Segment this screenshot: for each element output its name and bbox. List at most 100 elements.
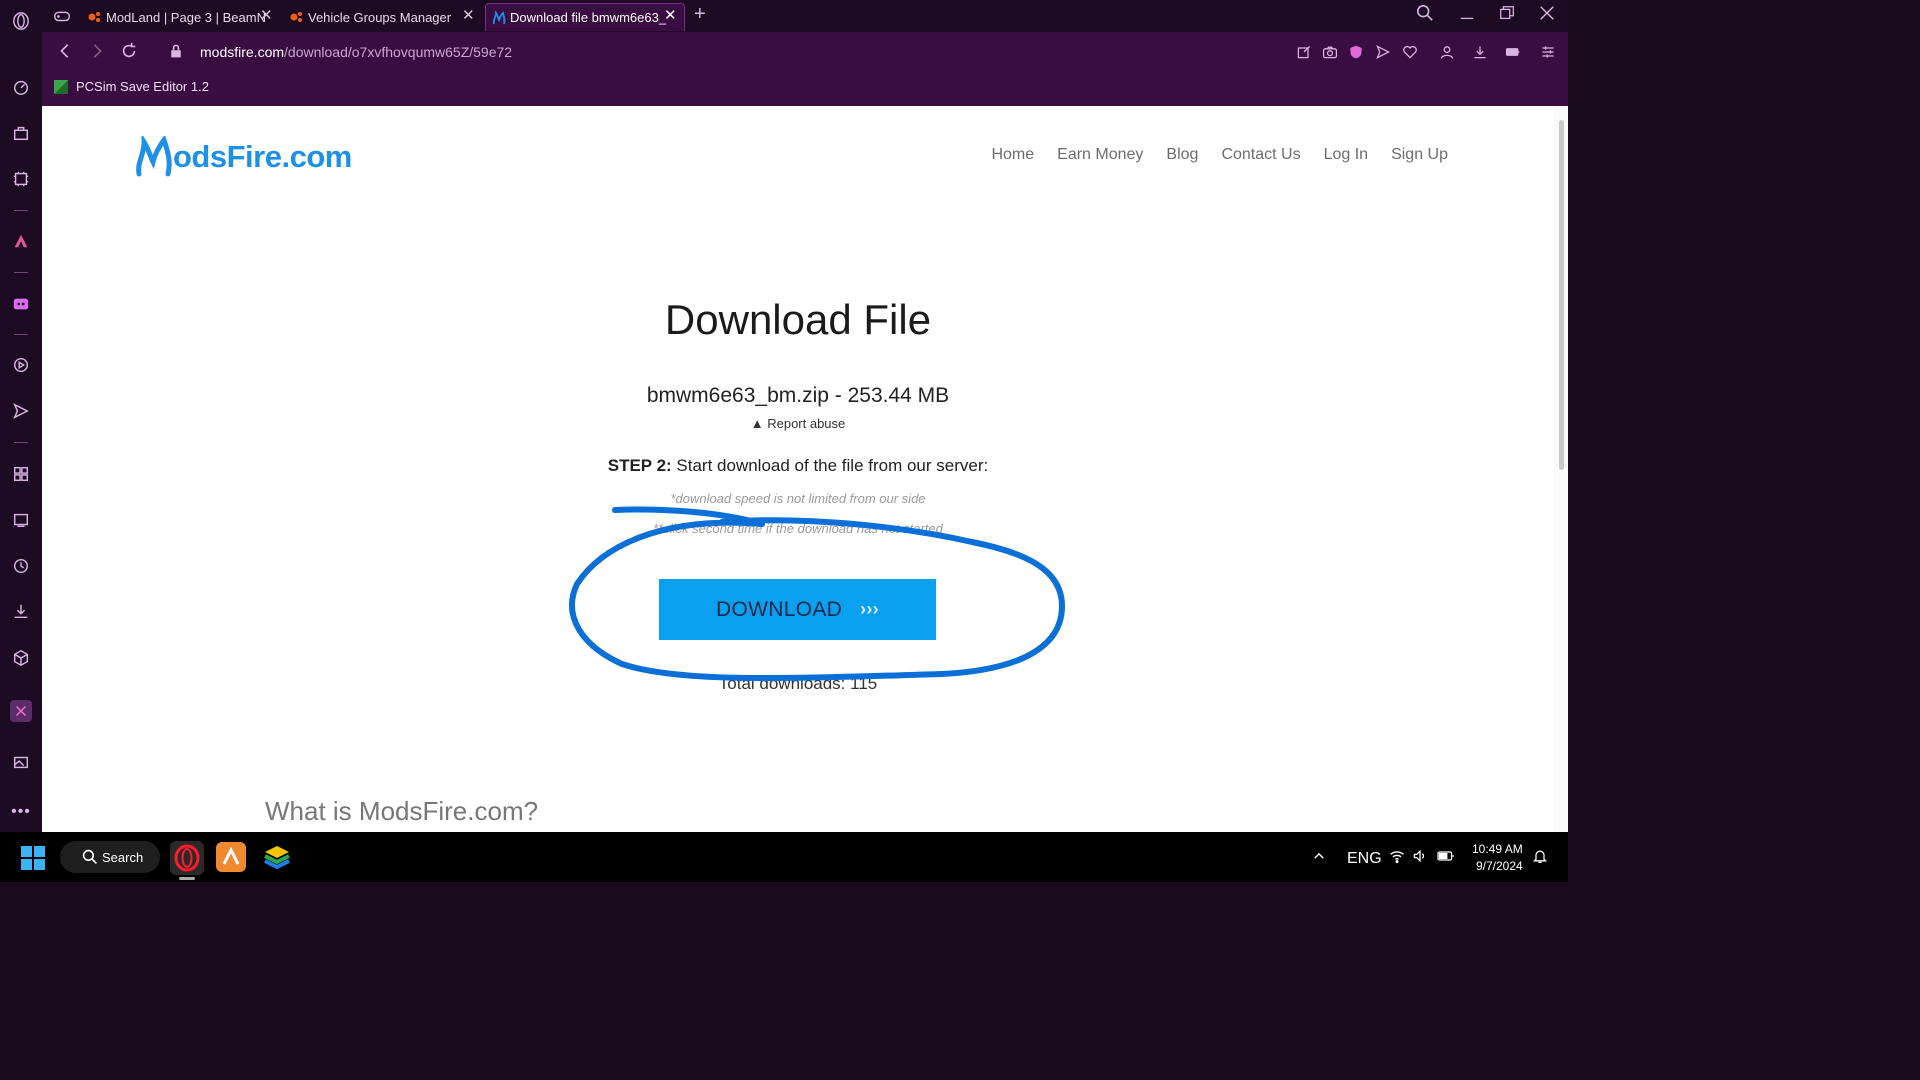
- warning-icon: ▲: [750, 416, 764, 431]
- tab-label: Vehicle Groups Manager: [308, 9, 452, 25]
- pcsim-favicon-icon: [54, 79, 68, 94]
- reload-icon[interactable]: [120, 42, 138, 65]
- taskbar-search[interactable]: Search: [60, 841, 160, 873]
- app-taskbar-icon[interactable]: [216, 842, 246, 872]
- sidebar-divider: [14, 210, 28, 211]
- close-window-icon[interactable]: [1538, 4, 1556, 27]
- search-tabs-icon[interactable]: [1416, 4, 1434, 27]
- volume-icon[interactable]: [1412, 848, 1428, 869]
- download-button[interactable]: DOWNLOAD ›››: [659, 579, 936, 640]
- aria-icon[interactable]: [10, 230, 32, 252]
- notification-bell-icon[interactable]: [1532, 848, 1548, 869]
- gamepad-icon[interactable]: [51, 5, 73, 27]
- download-toolbar-icon[interactable]: [1472, 44, 1490, 62]
- bookmark-label: PCSim Save Editor 1.2: [76, 79, 209, 94]
- tab-label: Download file bmwm6e63_: [510, 10, 667, 25]
- edit-icon[interactable]: [1296, 44, 1314, 62]
- speed-dial-icon[interactable]: [10, 76, 32, 98]
- battery-saver-icon[interactable]: [1505, 44, 1523, 62]
- extensions-icon[interactable]: [10, 647, 32, 669]
- send-page-icon[interactable]: [1375, 44, 1393, 62]
- language-indicator[interactable]: ENG: [1347, 850, 1382, 868]
- tabs-icon[interactable]: [10, 509, 32, 531]
- taskbar-clock[interactable]: 10:49 AM 9/7/2024: [1472, 841, 1523, 875]
- workspaces-icon[interactable]: [10, 463, 32, 485]
- opera-logo-icon[interactable]: [10, 10, 32, 32]
- back-icon[interactable]: [56, 42, 74, 65]
- step-text: Start download of the file from our serv…: [671, 456, 989, 475]
- control-panel-icon[interactable]: [10, 168, 32, 190]
- new-tab-button[interactable]: +: [694, 3, 706, 26]
- easy-setup-icon[interactable]: [1540, 44, 1558, 62]
- browser-sidebar: •••: [0, 0, 42, 832]
- total-downloads: Total downloads: 115: [718, 674, 878, 693]
- tab-vehicle-groups[interactable]: Vehicle Groups Manager: [284, 3, 484, 31]
- web-page: odsFire.com Home Earn Money Blog Contact…: [42, 106, 1568, 832]
- url-path: /download/o7xvfhovqumw65Z/59e72: [284, 44, 513, 60]
- tab-download-file[interactable]: Download file bmwm6e63_: [485, 3, 685, 31]
- nav-earn-money[interactable]: Earn Money: [1057, 146, 1143, 164]
- address-bar: modsfire.com/download/o7xvfhovqumw65Z/59…: [42, 32, 1568, 74]
- file-name: bmwm6e63_bm.zip - 253.44 MB: [646, 384, 950, 407]
- history-icon[interactable]: [10, 555, 32, 577]
- page-scrollbar[interactable]: [1554, 106, 1568, 832]
- discord-icon[interactable]: [10, 293, 32, 315]
- windows-taskbar: Search ENG 10:49 AM 9/7/2024: [0, 832, 1568, 882]
- sidebar-app-icon[interactable]: [10, 700, 32, 722]
- modsfire-logo[interactable]: odsFire.com: [136, 136, 352, 178]
- camera-icon[interactable]: [1322, 44, 1340, 62]
- gallery-icon[interactable]: [10, 751, 32, 773]
- chevron-up-icon[interactable]: [1312, 849, 1326, 868]
- modland-favicon-icon: [88, 10, 102, 24]
- clock-date: 9/7/2024: [1475, 859, 1523, 873]
- flame-m-icon: [136, 136, 172, 177]
- search-icon: [82, 849, 97, 864]
- page-title: Download File: [664, 296, 932, 343]
- nav-contact-us[interactable]: Contact Us: [1221, 146, 1300, 164]
- windows-start-icon[interactable]: [21, 846, 45, 870]
- close-tab-icon[interactable]: ✕: [260, 6, 273, 24]
- send-icon[interactable]: [10, 400, 32, 422]
- download-label: DOWNLOAD: [716, 597, 843, 621]
- shopping-icon[interactable]: [10, 122, 32, 144]
- arrows-icon: ›››: [860, 599, 879, 619]
- wifi-icon[interactable]: [1389, 848, 1405, 869]
- retry-note: **click second time if the download has …: [653, 521, 943, 536]
- more-icon[interactable]: •••: [10, 801, 32, 823]
- minimize-icon[interactable]: [1458, 4, 1476, 27]
- scroll-thumb[interactable]: [1559, 120, 1564, 470]
- bookmark-pcsim[interactable]: PCSim Save Editor 1.2: [54, 79, 209, 94]
- nav-home[interactable]: Home: [991, 146, 1034, 164]
- vpn-shield-icon[interactable]: [1348, 44, 1366, 62]
- search-label: Search: [102, 849, 144, 865]
- about-heading: What is ModsFire.com?: [265, 796, 539, 826]
- tab-label: ModLand | Page 3 | BeamN: [106, 9, 266, 25]
- url-field[interactable]: modsfire.com/download/o7xvfhovqumw65Z/59…: [200, 44, 512, 60]
- restore-icon[interactable]: [1498, 4, 1516, 27]
- report-label: Report abuse: [767, 416, 846, 431]
- clock-time: 10:49 AM: [1472, 842, 1523, 856]
- tab-modland[interactable]: ModLand | Page 3 | BeamN: [82, 3, 277, 31]
- site-nav: Home Earn Money Blog Contact Us Log In S…: [991, 146, 1448, 164]
- close-tab-icon[interactable]: ✕: [462, 6, 475, 24]
- report-abuse-link[interactable]: ▲ Report abuse: [42, 416, 1554, 431]
- nav-sign-up[interactable]: Sign Up: [1391, 146, 1448, 164]
- active-indicator: [179, 877, 195, 880]
- opera-taskbar-icon[interactable]: [170, 841, 204, 875]
- close-tab-icon[interactable]: ✕: [664, 6, 677, 24]
- bluestacks-taskbar-icon[interactable]: [262, 842, 292, 872]
- downloads-icon[interactable]: [10, 600, 32, 622]
- heart-icon[interactable]: [1402, 44, 1420, 62]
- profile-icon[interactable]: [1439, 44, 1457, 62]
- lock-icon[interactable]: [168, 43, 184, 64]
- nav-blog[interactable]: Blog: [1166, 146, 1198, 164]
- forward-icon[interactable]: [88, 42, 106, 65]
- nav-log-in[interactable]: Log In: [1324, 146, 1368, 164]
- vehicle-favicon-icon: [290, 10, 304, 24]
- player-icon[interactable]: [10, 354, 32, 376]
- battery-icon[interactable]: [1437, 848, 1455, 869]
- sidebar-divider: [14, 442, 28, 443]
- logo-text: odsFire.com: [173, 139, 352, 174]
- sidebar-divider: [14, 334, 28, 335]
- step-instruction: STEP 2: Start download of the file from …: [42, 456, 1554, 476]
